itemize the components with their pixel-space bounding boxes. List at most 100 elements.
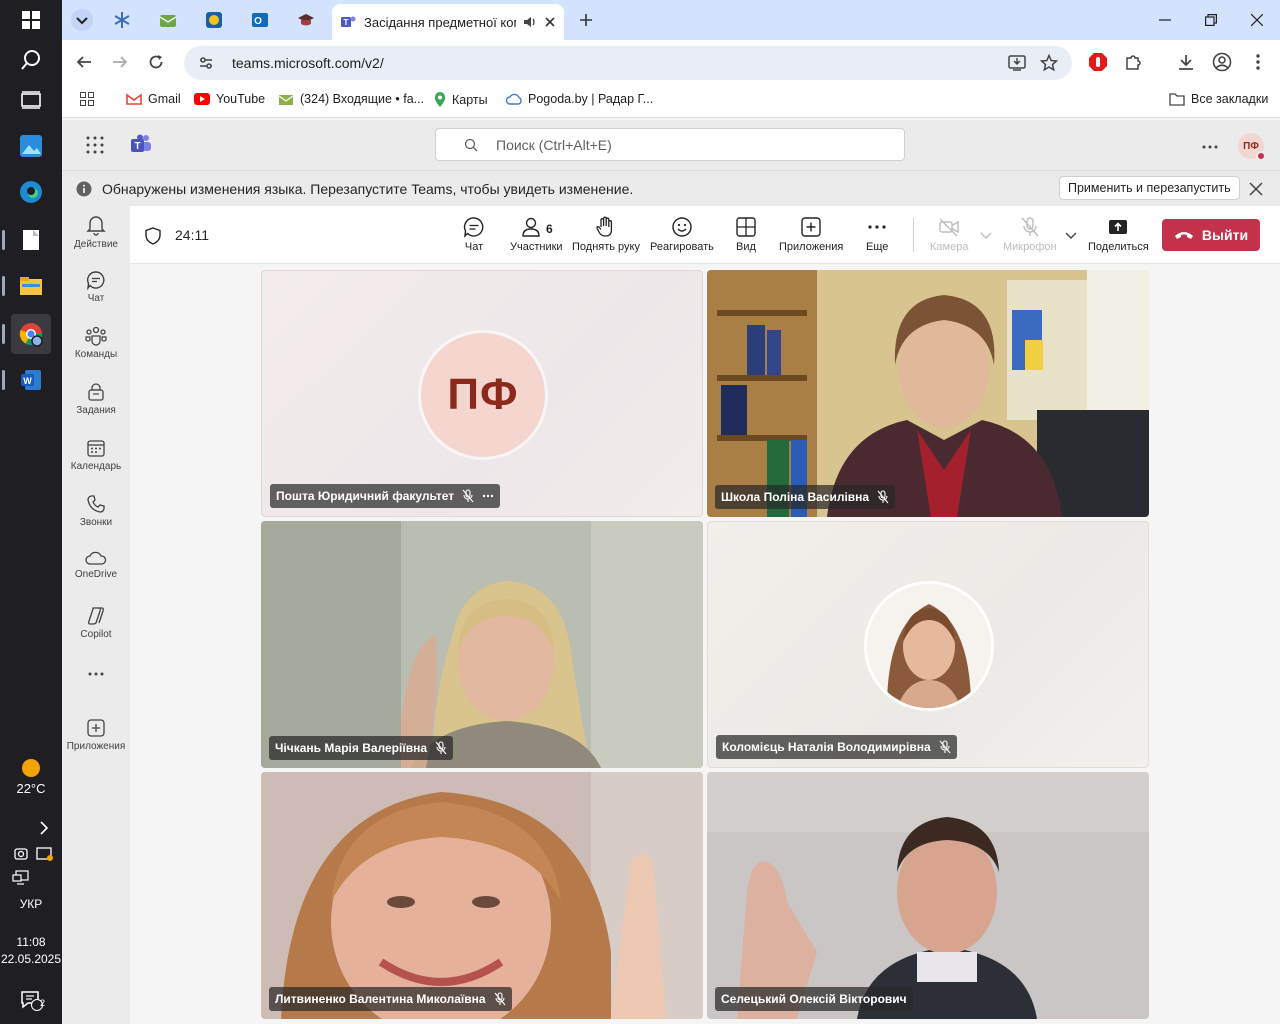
- bookmark-mail[interactable]: (324) Входящие • fa...: [278, 92, 424, 106]
- address-bar[interactable]: teams.microsoft.com/v2/: [184, 46, 1072, 80]
- participant-name-chip: Литвиненко Валентина Миколаївна: [269, 987, 512, 1011]
- user-avatar[interactable]: ПФ: [1238, 133, 1266, 161]
- svg-text:O: O: [254, 16, 262, 27]
- rail-item-chat[interactable]: Чат: [62, 270, 130, 322]
- minimize-window-button[interactable]: [1142, 0, 1188, 40]
- camera-toggle-button[interactable]: Камера: [930, 216, 968, 253]
- rail-item-activity[interactable]: Действие: [62, 214, 130, 266]
- profile-button[interactable]: [1206, 46, 1238, 78]
- youtube-icon: [194, 93, 210, 105]
- close-tab-icon[interactable]: [544, 16, 556, 28]
- document-app-icon: [23, 230, 39, 250]
- pinned-tab-4[interactable]: O: [242, 6, 278, 34]
- participant-tile[interactable]: Школа Поліна Василівна: [707, 270, 1149, 517]
- start-button[interactable]: [11, 0, 51, 40]
- forward-button[interactable]: [104, 46, 136, 78]
- url-text: teams.microsoft.com/v2/: [232, 55, 384, 71]
- taskbar-chrome-app[interactable]: [2, 314, 51, 354]
- bookmark-maps[interactable]: Карты: [434, 92, 488, 108]
- rail-item-onedrive[interactable]: OneDrive: [62, 550, 130, 602]
- leave-meeting-button[interactable]: Выйти: [1162, 219, 1260, 251]
- rail-item-calls[interactable]: Звонки: [62, 494, 130, 546]
- cloud-icon: [85, 551, 107, 565]
- plus-icon: [580, 14, 592, 26]
- close-window-button[interactable]: [1234, 0, 1280, 40]
- participant-tile[interactable]: ПФ Пошта Юридичний факультет: [261, 270, 703, 517]
- taskbar-notepad-app[interactable]: [2, 220, 51, 260]
- pinned-tab-1[interactable]: [104, 6, 140, 34]
- apply-restart-button[interactable]: Применить и перезапустить: [1059, 176, 1240, 200]
- microphone-toggle-button[interactable]: Микрофон: [1003, 216, 1057, 253]
- mic-label: Микрофон: [1003, 241, 1057, 253]
- toolbar-divider: [913, 218, 914, 252]
- participant-tile[interactable]: Селецький Олексій Вікторович: [707, 772, 1149, 1019]
- app-launcher-button[interactable]: [86, 136, 104, 159]
- shield-icon[interactable]: [145, 227, 161, 245]
- raise-hand-button[interactable]: Поднять руку: [572, 216, 640, 253]
- taskbar-search-button[interactable]: [11, 40, 51, 80]
- apps-grid-button[interactable]: [80, 92, 94, 106]
- more-actions-button[interactable]: Еще: [866, 216, 888, 253]
- bookmark-pogoda[interactable]: Pogoda.by | Радар Г...: [506, 92, 653, 106]
- bookmark-gmail[interactable]: Gmail: [126, 92, 181, 106]
- clock-time[interactable]: 11:08: [0, 935, 62, 949]
- camera-options-chevron-icon[interactable]: [980, 232, 992, 240]
- downloads-button[interactable]: [1170, 46, 1202, 78]
- settings-more-button[interactable]: [1202, 136, 1218, 154]
- install-app-icon[interactable]: [1008, 54, 1026, 72]
- rail-item-teams[interactable]: Команды: [62, 326, 130, 378]
- share-button[interactable]: Поделиться: [1088, 216, 1149, 253]
- rail-item-assignments[interactable]: Задания: [62, 382, 130, 434]
- participant-more-icon[interactable]: [482, 494, 494, 498]
- taskbar-explorer-app[interactable]: [2, 266, 51, 306]
- puzzle-icon: [1126, 55, 1141, 70]
- tab-audio-icon[interactable]: [522, 14, 538, 30]
- rail-label: Copilot: [80, 629, 112, 640]
- all-bookmarks-button[interactable]: Все закладки: [1169, 92, 1268, 106]
- site-info-icon[interactable]: [198, 55, 214, 71]
- pinned-tab-3[interactable]: [196, 6, 232, 34]
- active-browser-tab[interactable]: T Засідання предметної ком: [332, 4, 564, 40]
- extension-adblock-button[interactable]: [1082, 46, 1114, 78]
- add-square-icon: [801, 217, 821, 237]
- new-tab-button[interactable]: [568, 6, 604, 34]
- tab-search-button[interactable]: [64, 6, 100, 34]
- browser-menu-button[interactable]: [1242, 46, 1274, 78]
- bookmark-star-icon[interactable]: [1040, 54, 1058, 72]
- more-horizontal-icon: [1202, 145, 1218, 149]
- task-view-button[interactable]: [11, 80, 51, 120]
- bookmark-youtube[interactable]: YouTube: [194, 92, 265, 106]
- taskbar-edge-app[interactable]: [11, 172, 51, 212]
- user-initials: ПФ: [1243, 140, 1259, 152]
- participant-tile[interactable]: Коломієць Наталія Володимирівна: [707, 521, 1149, 768]
- close-banner-icon[interactable]: [1249, 182, 1263, 196]
- tray-display-icon[interactable]: [6, 858, 36, 898]
- input-language[interactable]: УКР: [0, 897, 62, 911]
- extensions-button[interactable]: [1118, 46, 1150, 78]
- svg-text:T: T: [344, 18, 349, 27]
- restore-window-button[interactable]: [1188, 0, 1234, 40]
- apps-button[interactable]: Приложения: [779, 216, 843, 253]
- notification-center-button[interactable]: 2: [11, 980, 51, 1020]
- clock-date[interactable]: 22.05.2025: [0, 952, 62, 966]
- taskbar-photos-app[interactable]: [11, 126, 51, 166]
- mic-options-chevron-icon[interactable]: [1065, 232, 1077, 240]
- participant-tile[interactable]: Чічкань Марія Валеріївна: [261, 521, 703, 768]
- reload-button[interactable]: [140, 46, 172, 78]
- view-button[interactable]: Вид: [735, 216, 757, 253]
- teams-search-input[interactable]: Поиск (Ctrl+Alt+E): [435, 128, 905, 161]
- chat-label: Чат: [464, 241, 484, 253]
- taskbar-word-app[interactable]: W: [2, 360, 51, 400]
- participant-name-chip: Пошта Юридичний факультет: [270, 484, 501, 508]
- participant-tile[interactable]: Литвиненко Валентина Миколаївна: [261, 772, 703, 1019]
- rail-more-apps-button[interactable]: [62, 672, 130, 724]
- react-button[interactable]: Реагировать: [650, 216, 714, 253]
- participants-button[interactable]: 6 Участники: [510, 216, 563, 253]
- pinned-tab-2[interactable]: [150, 6, 186, 34]
- rail-item-apps[interactable]: Приложения: [62, 718, 130, 770]
- chat-button[interactable]: Чат: [463, 216, 485, 253]
- pinned-tab-5[interactable]: [288, 6, 324, 34]
- back-button[interactable]: [68, 46, 100, 78]
- rail-item-calendar[interactable]: Календарь: [62, 438, 130, 490]
- rail-item-copilot[interactable]: Copilot: [62, 606, 130, 658]
